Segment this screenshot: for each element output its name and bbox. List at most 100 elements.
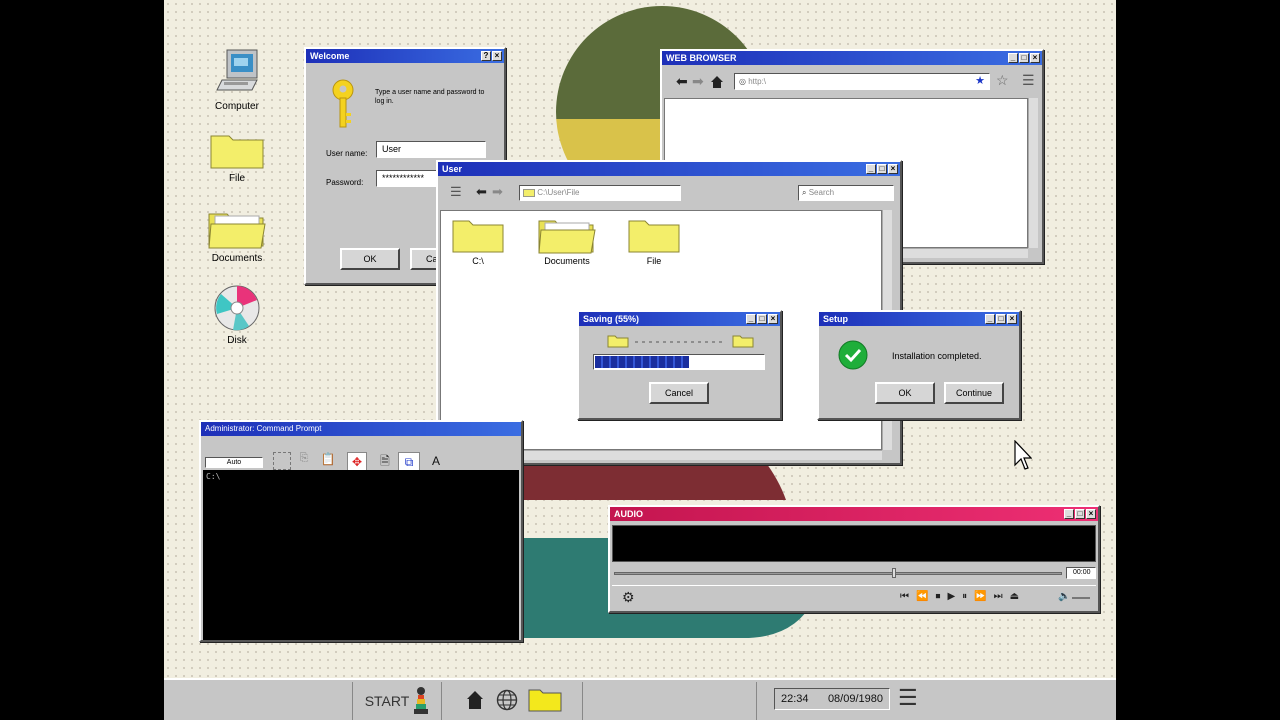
setup-titlebar[interactable]: Setup _ □ × (819, 312, 1019, 326)
minimize-button[interactable]: _ (746, 314, 756, 324)
cmd-title: Administrator: Command Prompt (205, 424, 321, 433)
fast-forward-icon[interactable]: ⏩ (974, 591, 986, 602)
folder-item-documents[interactable]: Documents (536, 218, 598, 266)
minimize-button[interactable]: _ (985, 314, 995, 324)
maximize-button[interactable]: □ (996, 314, 1006, 324)
globe-icon[interactable] (496, 689, 518, 711)
minimize-button[interactable]: _ (1064, 509, 1074, 519)
checkmark-icon (838, 340, 868, 370)
username-input[interactable]: User (376, 141, 486, 158)
close-button[interactable]: × (1030, 53, 1040, 63)
welcome-title: Welcome (310, 51, 349, 61)
welcome-titlebar[interactable]: Welcome ? × (306, 49, 504, 63)
forward-arrow-icon[interactable]: ➡ (692, 73, 704, 90)
desktop: Computer File Documents Disk Welcome ? (164, 0, 1116, 720)
cmd-titlebar[interactable]: Administrator: Command Prompt (201, 422, 521, 436)
desktop-icon-file[interactable]: File (197, 132, 277, 184)
minimize-button[interactable]: _ (866, 164, 876, 174)
close-button[interactable]: × (768, 314, 778, 324)
font-size-select[interactable]: Auto (205, 457, 263, 468)
browser-scrollbar[interactable] (1028, 98, 1038, 248)
seek-bar[interactable] (614, 572, 1062, 575)
audio-controls (612, 585, 1096, 609)
seek-handle[interactable] (892, 568, 896, 578)
maximize-button[interactable]: □ (1075, 509, 1085, 519)
cmd-window: Administrator: Command Prompt Auto ⎘ 📋 ✥… (199, 420, 523, 642)
audio-display (612, 525, 1096, 562)
maximize-button[interactable]: □ (1019, 53, 1029, 63)
close-button[interactable]: × (1086, 509, 1096, 519)
search-placeholder: Search (809, 188, 834, 197)
select-icon[interactable] (273, 452, 291, 470)
folder-icon (209, 132, 265, 170)
menu-icon[interactable]: ☰ (450, 184, 462, 200)
back-arrow-icon[interactable]: ⬅ (676, 73, 688, 90)
saving-cancel-button[interactable]: Cancel (649, 382, 709, 404)
saving-titlebar[interactable]: Saving (55%) _ □ × (579, 312, 780, 326)
bookmark-star-icon[interactable]: ☆ (996, 72, 1009, 89)
folder-item-file[interactable]: File (626, 218, 682, 266)
progress-fill (595, 356, 689, 368)
close-button[interactable]: × (888, 164, 898, 174)
back-arrow-icon[interactable]: ⬅ (476, 184, 487, 200)
font-icon[interactable]: A (426, 452, 446, 472)
volume-icon[interactable]: 🔈 (1058, 591, 1070, 602)
desktop-icon-documents[interactable]: Documents (197, 210, 277, 264)
copy-icon[interactable]: ⎘ (295, 452, 313, 470)
properties-icon[interactable]: 🗎 (375, 452, 395, 472)
cmd-console[interactable]: C:\ (203, 470, 519, 640)
background-icon[interactable]: ⧉ (398, 452, 420, 472)
search-input[interactable]: ⌕ Search (798, 185, 894, 201)
cmd-prompt: C:\ (206, 472, 220, 481)
forward-arrow-icon[interactable]: ➡ (492, 184, 503, 200)
maroon-shape (522, 460, 786, 500)
setup-continue-button[interactable]: Continue (944, 382, 1004, 404)
minimize-button[interactable]: _ (1008, 53, 1018, 63)
browser-titlebar[interactable]: WEB BROWSER _ □ × (662, 51, 1042, 65)
maximize-button[interactable]: □ (757, 314, 767, 324)
desktop-icon-computer[interactable]: Computer (197, 48, 277, 112)
welcome-ok-button[interactable]: OK (340, 248, 400, 270)
folder-icon[interactable] (528, 688, 562, 712)
close-button[interactable]: × (1007, 314, 1017, 324)
setup-ok-button[interactable]: OK (875, 382, 935, 404)
desktop-icon-label: Computer (197, 101, 277, 112)
path-bar[interactable]: C:\User\File (519, 185, 681, 201)
volume-slider[interactable] (1072, 597, 1090, 599)
menu-icon[interactable]: ☰ (1022, 72, 1035, 89)
maximize-button[interactable]: □ (877, 164, 887, 174)
skip-back-icon[interactable]: ⏮ (900, 591, 909, 602)
menu-icon[interactable]: ☰ (898, 685, 918, 711)
setup-title: Setup (823, 314, 848, 324)
transport-controls: ⏮ ⏪ ⏹ ▶ ⏸ ⏩ ⏭ ⏏ (900, 591, 1019, 602)
start-button[interactable]: START (352, 682, 442, 720)
folder-open-icon (207, 210, 267, 250)
close-button[interactable]: × (492, 51, 502, 61)
pause-icon[interactable]: ⏸ (962, 591, 967, 602)
folder-item-c[interactable]: C:\ (450, 218, 506, 266)
folder-open-icon (537, 218, 597, 254)
help-button[interactable]: ? (481, 51, 491, 61)
skip-forward-icon[interactable]: ⏭ (994, 591, 1003, 602)
home-icon[interactable] (710, 75, 724, 89)
welcome-message: Type a user name and password to log in. (375, 88, 495, 106)
taskbar-divider (582, 682, 583, 720)
eject-icon[interactable]: ⏏ (1010, 591, 1019, 602)
play-icon[interactable]: ▶ (947, 591, 955, 602)
search-icon: ⌕ (802, 188, 806, 197)
fullscreen-icon[interactable]: ✥ (347, 452, 367, 472)
desktop-icon-disk[interactable]: Disk (197, 284, 277, 346)
audio-titlebar[interactable]: AUDIO _ □ × (610, 507, 1098, 521)
explorer-titlebar[interactable]: User _ □ × (438, 162, 900, 176)
home-icon[interactable] (466, 690, 484, 710)
star-filled-icon[interactable]: ★ (975, 74, 985, 89)
settings-gear-icon[interactable]: ⚙ (622, 589, 635, 606)
url-bar[interactable]: ◎ http:\ ★ (734, 73, 990, 90)
stop-icon[interactable]: ⏹ (935, 591, 940, 602)
rewind-icon[interactable]: ⏪ (916, 591, 928, 602)
paste-icon[interactable]: 📋 (317, 452, 339, 470)
saving-dialog: Saving (55%) _ □ × Cancel (577, 310, 782, 420)
browser-title: WEB BROWSER (666, 53, 737, 63)
taskbar-divider (756, 682, 757, 720)
folder-icon (627, 218, 681, 254)
